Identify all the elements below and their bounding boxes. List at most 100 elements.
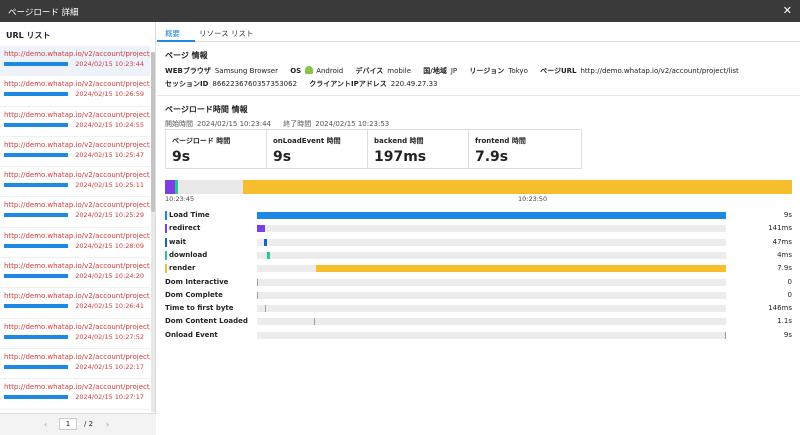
timeline-tick: 10:23:45	[165, 195, 195, 203]
load-time-bar	[4, 243, 68, 248]
url-list-item[interactable]: http://demo.whatap.io/v2/account/project…	[0, 349, 150, 380]
url-list-item[interactable]: http://demo.whatap.io/v2/account/project…	[0, 197, 150, 228]
metric-name: Onload Event	[165, 330, 218, 339]
metric-bar	[257, 291, 258, 299]
metric-value: 1.1s	[777, 317, 792, 326]
card-value: 7.9s	[475, 149, 509, 165]
browser-label: WEBブラウザ	[165, 67, 211, 75]
tab-overview[interactable]: 概要	[165, 28, 180, 39]
android-icon	[305, 66, 314, 74]
prev-page-icon[interactable]: ‹	[44, 420, 47, 429]
url-list-item[interactable]: http://demo.whatap.io/v2/account/project…	[0, 379, 150, 410]
metric-bar	[264, 305, 266, 313]
metric-track	[257, 251, 726, 259]
close-icon[interactable]: ✕	[783, 4, 792, 17]
page-info-title: ページ 情報	[165, 51, 208, 60]
url-list-item[interactable]: http://demo.whatap.io/v2/account/project…	[0, 76, 150, 107]
metric-name: Load Time	[169, 211, 210, 219]
current-page-input[interactable]: 1	[59, 418, 77, 430]
tab-resource-list[interactable]: リソース リスト	[199, 28, 254, 39]
url-text: http://demo.whatap.io/v2/account/project…	[4, 140, 150, 149]
metric-row: Load Time 9s	[165, 211, 792, 221]
card-page-load-time: ページロード 時間 9s	[165, 129, 279, 169]
metric-track	[257, 238, 726, 246]
os-label: OS	[290, 67, 302, 75]
page-info-row-2: セッションID 8662236760357353062 クライアントIPアドレス 2…	[165, 79, 448, 89]
load-time-bar	[4, 62, 68, 66]
timestamp: 2024/02/15 10:22:17	[75, 362, 144, 371]
modal-titlebar: ページロード 詳細 ✕	[0, 0, 800, 22]
metric-row: Dom Complete 0	[165, 291, 792, 301]
card-label: ページロード 時間	[172, 137, 231, 145]
metric-row: Dom Interactive 0	[165, 278, 792, 288]
metric-row: download 4ms	[165, 250, 792, 261]
load-time-bar	[4, 304, 68, 309]
load-time-bar	[4, 334, 68, 339]
card-onload-event-time: onLoadEvent 時間 9s	[266, 129, 380, 169]
metric-name: wait	[169, 237, 186, 246]
load-time-bar	[4, 364, 68, 369]
metric-row: redirect 141ms	[165, 224, 792, 234]
timestamp: 2024/02/15 10:26:59	[75, 90, 144, 99]
scrollbar-thumb[interactable]	[151, 52, 155, 212]
metric-value: 141ms	[768, 224, 792, 233]
page-url-value: http://demo.whatap.io/v2/account/project…	[580, 67, 739, 75]
url-list-item[interactable]: http://demo.whatap.io/v2/account/project…	[0, 258, 150, 289]
metric-bar	[725, 331, 726, 339]
url-list-item[interactable]: http://demo.whatap.io/v2/account/project…	[0, 167, 150, 198]
timeline-segment-render	[243, 180, 792, 194]
card-label: frontend 時間	[475, 137, 526, 145]
url-list-item[interactable]: http://demo.whatap.io/v2/account/project…	[0, 228, 150, 259]
url-list-item[interactable]: http://demo.whatap.io/v2/account/project…	[0, 319, 150, 349]
load-time-bar	[4, 92, 68, 97]
time-range: 開始時間 2024/02/15 10:23:44 終了時間 2024/02/15 1…	[165, 119, 393, 129]
next-page-icon[interactable]: ›	[106, 420, 109, 429]
modal-title: ページロード 詳細	[8, 8, 79, 18]
url-list-title: URL リスト	[6, 31, 51, 40]
url-list-item[interactable]: http://demo.whatap.io/v2/account/project…	[0, 288, 150, 319]
metric-value: 9s	[783, 330, 792, 339]
card-label: onLoadEvent 時間	[273, 137, 341, 145]
card-frontend-time: frontend 時間 7.9s	[468, 129, 582, 169]
url-text: http://demo.whatap.io/v2/account/project…	[4, 50, 150, 58]
metric-row: Dom Content Loaded 1.1s	[165, 317, 792, 327]
load-time-bar	[4, 395, 68, 400]
end-time-label: 終了時間	[283, 120, 312, 128]
region-value: Tokyo	[508, 67, 528, 75]
metric-name: Dom Complete	[165, 290, 223, 299]
load-timeline	[165, 180, 792, 194]
metric-color-marker	[165, 250, 167, 260]
url-list-scrollbar[interactable]	[151, 52, 155, 412]
timestamp: 2024/02/15 10:27:52	[75, 332, 144, 341]
metric-bar	[263, 238, 267, 246]
metric-name: redirect	[169, 224, 201, 233]
metric-bar	[314, 318, 316, 326]
url-list: http://demo.whatap.io/v2/account/project…	[0, 46, 150, 414]
start-time-value: 2024/02/15 10:23:44	[197, 120, 272, 128]
url-list-item[interactable]: http://demo.whatap.io/v2/account/project…	[0, 137, 150, 168]
url-list-item[interactable]: http://demo.whatap.io/v2/account/project…	[0, 46, 150, 77]
timestamp: 2024/02/15 10:25:11	[75, 181, 144, 190]
load-time-bar	[4, 213, 68, 218]
card-label: backend 時間	[374, 137, 424, 145]
timestamp: 2024/02/15 10:25:29	[75, 211, 144, 220]
end-time-value: 2024/02/15 10:23:53	[315, 120, 390, 128]
metric-track	[257, 212, 726, 219]
card-value: 9s	[273, 149, 292, 165]
metric-color-marker	[165, 264, 167, 274]
session-value: 8662236760357353062	[212, 80, 298, 88]
metric-name: render	[169, 264, 196, 273]
metric-track	[257, 225, 726, 233]
load-time-bar	[4, 183, 68, 188]
metric-name: download	[169, 250, 208, 259]
device-value: mobile	[387, 67, 412, 75]
url-text: http://demo.whatap.io/v2/account/project…	[4, 171, 150, 180]
metric-name: Dom Interactive	[165, 277, 229, 286]
metric-row: Onload Event 9s	[165, 331, 792, 341]
url-text: http://demo.whatap.io/v2/account/project…	[4, 231, 150, 240]
section-divider	[157, 95, 800, 96]
metric-track	[257, 291, 726, 299]
url-list-item[interactable]: http://demo.whatap.io/v2/account/project…	[0, 107, 150, 137]
timeline-segment-download	[175, 180, 178, 194]
url-list-panel: URL リスト http://demo.whatap.io/v2/account…	[0, 22, 156, 435]
